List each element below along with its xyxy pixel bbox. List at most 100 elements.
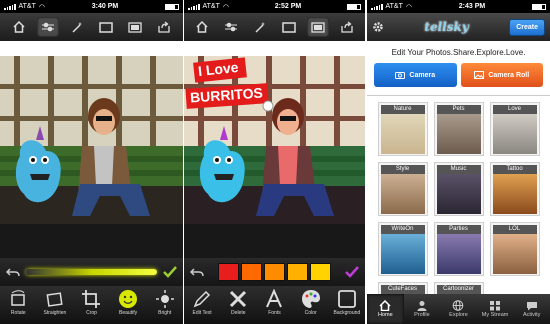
- top-toolbar: [184, 13, 365, 41]
- checkmark-icon[interactable]: [163, 266, 177, 278]
- category-tile-tattoo[interactable]: Tattoo: [489, 162, 540, 216]
- color-swatch-red[interactable]: [218, 263, 239, 281]
- text-button[interactable]: [306, 17, 329, 37]
- frame-icon: [282, 21, 296, 33]
- crop-icon: [82, 290, 101, 308]
- tab-my-stream[interactable]: My Stream: [477, 294, 514, 324]
- checkmark-icon[interactable]: [345, 266, 359, 278]
- photo-girl-on-bench: [184, 56, 365, 224]
- frame-button[interactable]: [278, 17, 300, 37]
- tab-profile[interactable]: Profile: [404, 294, 441, 324]
- category-thumbnail: [380, 174, 425, 214]
- camera-label: Camera: [409, 71, 436, 79]
- straighten-tool[interactable]: Straighten: [38, 289, 72, 316]
- tool-label: Edit Text: [192, 310, 212, 316]
- category-tile-style[interactable]: Style: [377, 162, 428, 216]
- tool-label: Fonts: [268, 310, 281, 316]
- text-button[interactable]: [124, 17, 146, 37]
- text-box-icon: [311, 21, 325, 33]
- rotate-tool[interactable]: Rotate: [1, 289, 35, 316]
- category-thumbnail: [436, 174, 481, 214]
- tab-label: Activity: [522, 312, 541, 318]
- globe-icon: [453, 300, 464, 311]
- undo-icon[interactable]: [190, 267, 204, 277]
- beautify-slider[interactable]: [26, 269, 157, 275]
- frame-button[interactable]: [95, 17, 117, 37]
- tool-label: Rotate: [10, 310, 26, 316]
- text-tools-bar: Edit Text Delete Fonts Color Background: [184, 286, 365, 324]
- clock: 2:43 PM: [458, 3, 486, 10]
- category-label: WriteOn: [380, 225, 425, 234]
- divider: [367, 95, 550, 96]
- home-button[interactable]: [8, 17, 30, 37]
- signal-indicator: AT&T ◠: [188, 3, 229, 11]
- camera-button[interactable]: Camera: [374, 63, 457, 87]
- undo-icon[interactable]: [6, 267, 20, 277]
- straighten-icon: [46, 292, 63, 307]
- category-tile-parties[interactable]: Parties: [433, 222, 484, 276]
- delete-icon: [230, 290, 247, 308]
- adjust-button[interactable]: [220, 17, 242, 37]
- brightness-tool[interactable]: Bright: [148, 289, 182, 316]
- clock: 2:52 PM: [274, 3, 302, 10]
- sliders-icon: [225, 22, 238, 32]
- share-button[interactable]: [153, 17, 175, 37]
- camera-roll-button[interactable]: Camera Roll: [460, 63, 543, 87]
- color-swatch-yellow[interactable]: [310, 263, 331, 281]
- category-thumbnail: [492, 174, 537, 214]
- category-tile-love[interactable]: Love: [489, 102, 540, 156]
- tab-explore[interactable]: Explore: [440, 294, 477, 324]
- tab-label: Explore: [449, 312, 468, 318]
- status-bar: AT&T ◠ 2:52 PM: [184, 0, 365, 13]
- fonts-tool[interactable]: Fonts: [257, 289, 291, 316]
- category-tile-music[interactable]: Music: [433, 162, 484, 216]
- magic-wand-button[interactable]: [249, 17, 271, 37]
- magic-wand-icon: [72, 22, 82, 33]
- category-tile-pets[interactable]: Pets: [433, 102, 484, 156]
- top-toolbar: [0, 13, 183, 41]
- crop-tool[interactable]: Crop: [74, 289, 108, 316]
- color-swatch-amber[interactable]: [287, 263, 308, 281]
- profile-icon: [417, 301, 427, 311]
- tab-label: Home: [377, 312, 393, 318]
- tagline: Edit Your Photos.Share.Explore.Love.: [391, 48, 526, 57]
- color-swatch-orange-red[interactable]: [241, 263, 262, 281]
- category-tile-nature[interactable]: Nature: [377, 102, 428, 156]
- magic-wand-button[interactable]: [66, 17, 88, 37]
- category-label: Nature: [380, 105, 425, 114]
- category-thumbnail: [380, 234, 425, 274]
- color-tool[interactable]: Color: [294, 289, 328, 316]
- text-box-icon: [128, 21, 142, 33]
- beautify-icon: [119, 290, 138, 308]
- tool-label: Crop: [86, 310, 97, 316]
- category-label: LOL: [492, 225, 537, 234]
- edited-photo[interactable]: [0, 56, 183, 224]
- category-label: Parties: [436, 225, 481, 234]
- home-button[interactable]: [191, 17, 213, 37]
- screen-photo-editor-beautify: AT&T ◠ 3:40 PM Rotate Straighten Crop Be…: [0, 0, 183, 324]
- screen-photo-editor-text: AT&T ◠ 2:52 PM I Love BURRITOS Edit Text…: [184, 0, 365, 324]
- beautify-tool[interactable]: Beautify: [111, 289, 145, 316]
- share-button[interactable]: [336, 17, 358, 37]
- tab-home[interactable]: Home: [367, 294, 404, 324]
- gear-icon[interactable]: [372, 21, 384, 33]
- edited-photo[interactable]: I Love BURRITOS: [184, 56, 365, 224]
- create-button[interactable]: Create: [509, 18, 545, 36]
- tool-label: Delete: [231, 310, 246, 316]
- adjust-button[interactable]: [36, 17, 59, 37]
- signal-indicator: AT&T ◠: [371, 3, 412, 11]
- color-swatch-orange[interactable]: [264, 263, 285, 281]
- category-label: Pets: [436, 105, 481, 114]
- edit-text-tool[interactable]: Edit Text: [185, 289, 219, 316]
- tab-activity[interactable]: Activity: [513, 294, 550, 324]
- screen-home-feed: AT&T ◠ 2:43 PM tellsky Create Edit Your P…: [367, 0, 550, 324]
- background-tool[interactable]: Background: [330, 289, 364, 316]
- category-tile-writeon[interactable]: WriteOn: [377, 222, 428, 276]
- category-tile-lol[interactable]: LOL: [489, 222, 540, 276]
- delete-tool[interactable]: Delete: [221, 289, 255, 316]
- tab-label: Profile: [414, 312, 430, 318]
- color-swatches: [210, 263, 339, 281]
- color-bar: [184, 258, 365, 286]
- tab-bar: Home Profile Explore My Stream Activity: [367, 294, 550, 324]
- tool-label: Background: [333, 310, 361, 316]
